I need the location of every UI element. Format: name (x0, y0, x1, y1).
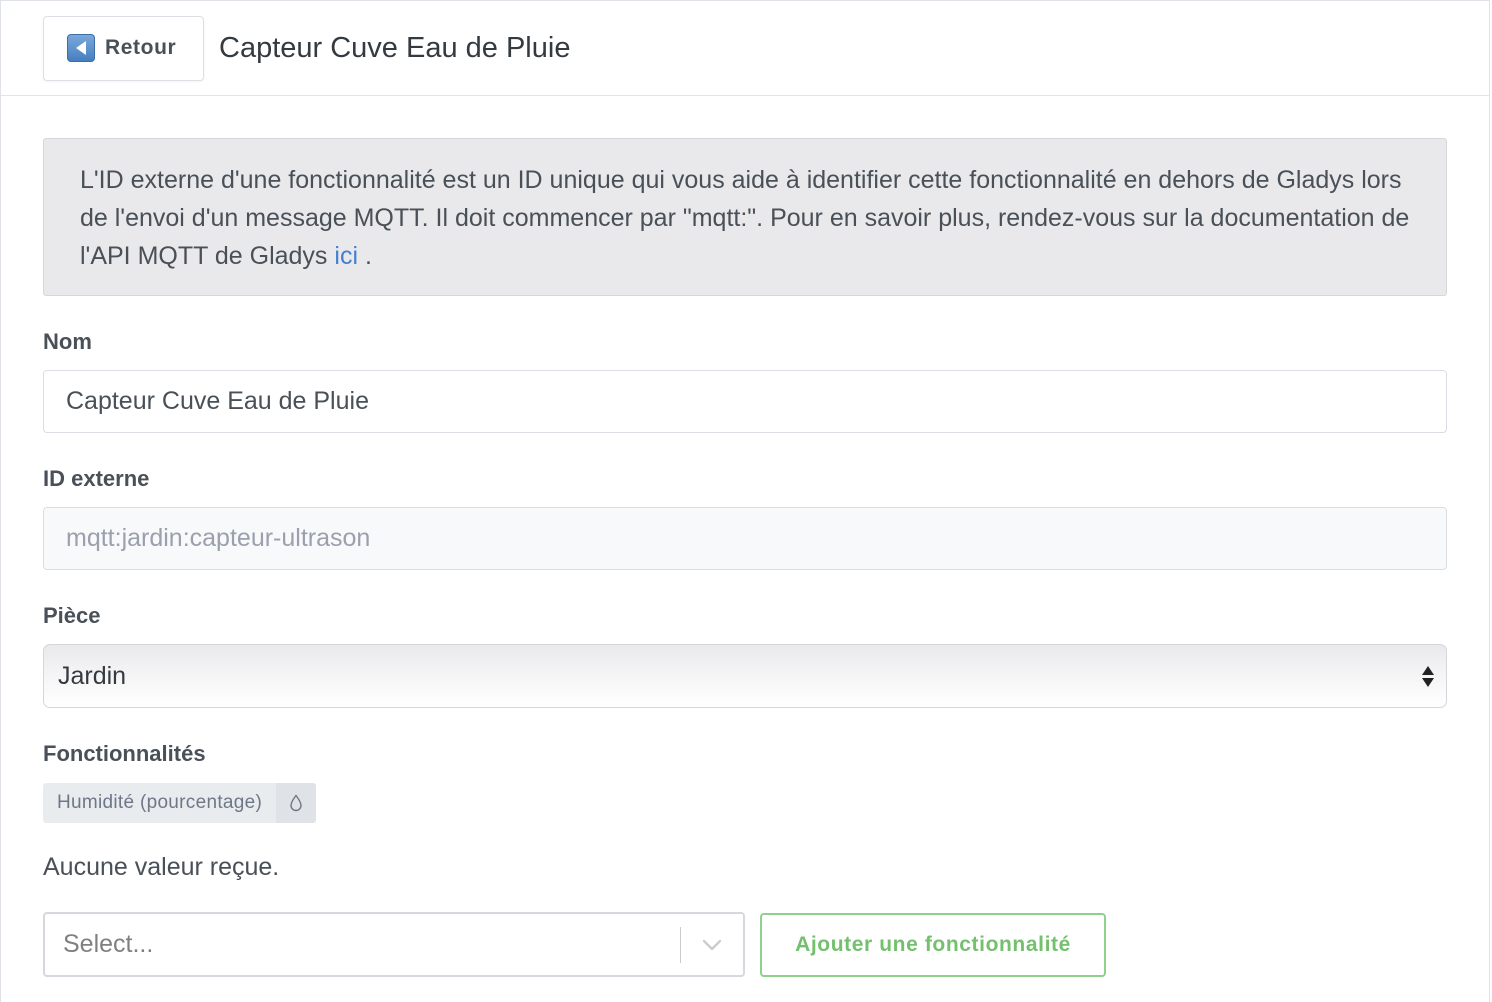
features-label: Fonctionnalités (43, 741, 206, 766)
room-select[interactable]: Jardin (43, 644, 1447, 708)
alert-text: L'ID externe d'une fonctionnalité est un… (80, 166, 1410, 270)
page-title: Capteur Cuve Eau de Pluie (219, 31, 571, 64)
documentation-link[interactable]: ici (334, 242, 358, 270)
name-label: Nom (43, 329, 92, 354)
name-input[interactable]: Capteur Cuve Eau de Pluie (43, 370, 1447, 433)
external-id-value: mqtt:jardin:capteur-ultrason (66, 524, 371, 552)
info-alert: L'ID externe d'une fonctionnalité est un… (43, 138, 1447, 296)
feature-select-placeholder: Select... (63, 930, 154, 958)
external-id-input[interactable]: mqtt:jardin:capteur-ultrason (43, 507, 1447, 570)
room-select-value: Jardin (58, 661, 127, 690)
alert-suffix: . (358, 242, 372, 270)
chevron-down-icon[interactable] (681, 939, 743, 951)
select-arrows-icon (1422, 665, 1434, 687)
add-feature-button[interactable]: Ajouter une fonctionnalité (760, 912, 1106, 977)
back-button[interactable]: Retour (43, 15, 204, 81)
droplet-icon (276, 783, 317, 823)
add-feature-row: Select... Ajouter une fonctionnalité (43, 912, 1445, 977)
arrow-left-icon (67, 34, 95, 62)
select-indicators (680, 914, 743, 975)
back-button-label: Retour (105, 36, 177, 59)
feature-tag-label: Humidité (pourcentage) (57, 792, 263, 813)
feature-tag: Humidité (pourcentage) (43, 783, 317, 823)
room-label: Pièce (43, 603, 101, 628)
card-body: L'ID externe d'une fonctionnalité est un… (1, 96, 1489, 977)
device-edit-card: Retour Capteur Cuve Eau de Pluie L'ID ex… (0, 0, 1490, 1002)
no-value-text: Aucune valeur reçue. (43, 853, 280, 881)
card-header: Retour Capteur Cuve Eau de Pluie (1, 1, 1489, 96)
external-id-label: ID externe (43, 466, 150, 491)
feature-type-select[interactable]: Select... (43, 912, 745, 977)
name-input-value: Capteur Cuve Eau de Pluie (66, 387, 369, 415)
